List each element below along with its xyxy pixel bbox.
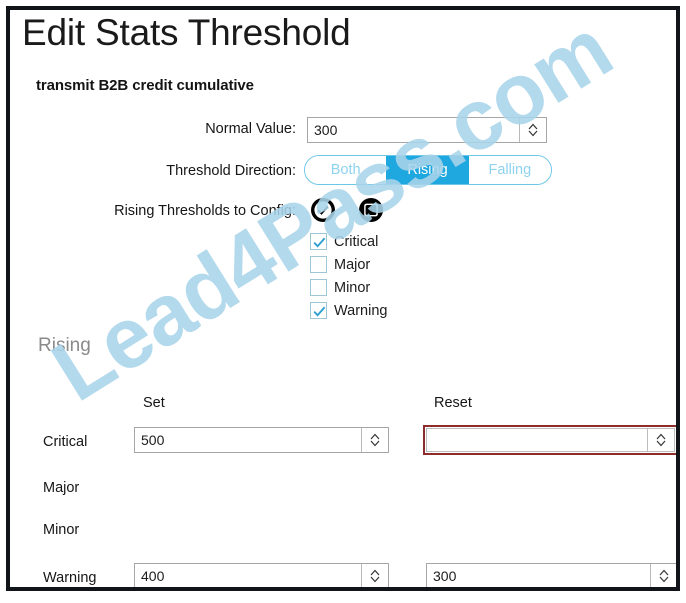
reset-stepper-warning[interactable]	[650, 564, 676, 587]
rising-thresholds-to-config-label: Rising Thresholds to Config:	[114, 203, 296, 219]
row-label-warning: Warning	[43, 570, 97, 586]
set-stepper-warning[interactable]	[361, 564, 388, 587]
threshold-direction-segmented-control[interactable]: Both Rising Falling	[304, 155, 552, 185]
rising-section-heading: Rising	[38, 335, 91, 356]
checkbox-row-warning[interactable]: Warning	[310, 301, 387, 320]
page-title: Edit Stats Threshold	[22, 12, 351, 53]
circle-check-icon[interactable]	[310, 197, 336, 223]
dialog-body: Edit Stats Threshold transmit B2B credit…	[10, 10, 676, 587]
circle-square-icon[interactable]	[358, 197, 384, 223]
threshold-direction-label: Threshold Direction:	[166, 163, 296, 179]
segment-rising[interactable]: Rising	[386, 156, 469, 184]
segment-falling[interactable]: Falling	[468, 156, 551, 184]
stepper-chevrons-icon	[370, 433, 380, 447]
stepper-chevrons-icon	[528, 123, 538, 137]
reset-stepper-critical[interactable]	[647, 429, 674, 451]
set-input-critical[interactable]: 500	[134, 427, 389, 453]
checkbox-label-warning: Warning	[334, 302, 388, 319]
check-icon	[313, 237, 326, 248]
set-value-warning: 400	[141, 568, 165, 584]
row-label-major: Major	[43, 480, 80, 496]
column-header-reset: Reset	[434, 395, 472, 411]
checkbox-warning[interactable]	[310, 302, 327, 319]
set-input-warning[interactable]: 400	[134, 563, 389, 587]
checkbox-minor[interactable]	[310, 279, 327, 296]
normal-value-label: Normal Value:	[205, 121, 296, 137]
normal-value-text: 300	[314, 122, 338, 138]
checkbox-critical[interactable]	[310, 233, 327, 250]
set-stepper-critical[interactable]	[361, 428, 388, 452]
checkbox-row-critical[interactable]: Critical	[310, 232, 378, 251]
stepper-chevrons-icon	[370, 569, 380, 583]
row-label-minor: Minor	[43, 522, 80, 538]
set-value-critical: 500	[141, 432, 165, 448]
stepper-chevrons-icon	[659, 569, 669, 583]
reset-value-critical	[427, 429, 647, 451]
dialog-frame: Edit Stats Threshold transmit B2B credit…	[6, 6, 680, 591]
check-icon	[313, 306, 326, 317]
dialog-screenshot: Edit Stats Threshold transmit B2B credit…	[0, 0, 686, 603]
row-label-critical: Critical	[43, 434, 88, 450]
checkbox-row-minor[interactable]: Minor	[310, 278, 370, 297]
checkbox-major[interactable]	[310, 256, 327, 273]
checkbox-row-major[interactable]: Major	[310, 255, 370, 274]
reset-input-critical[interactable]	[423, 425, 676, 455]
checkbox-label-critical: Critical	[334, 233, 379, 250]
reset-value-warning: 300	[433, 568, 457, 584]
normal-value-stepper[interactable]	[519, 118, 546, 142]
checkbox-label-minor: Minor	[334, 279, 371, 296]
segment-both[interactable]: Both	[305, 156, 387, 184]
stepper-chevrons-icon	[656, 433, 666, 447]
stat-name-subtitle: transmit B2B credit cumulative	[36, 77, 254, 94]
checkbox-label-major: Major	[334, 256, 371, 273]
column-header-set: Set	[143, 395, 165, 411]
reset-input-warning[interactable]: 300	[426, 563, 676, 587]
normal-value-input[interactable]: 300	[307, 117, 547, 143]
